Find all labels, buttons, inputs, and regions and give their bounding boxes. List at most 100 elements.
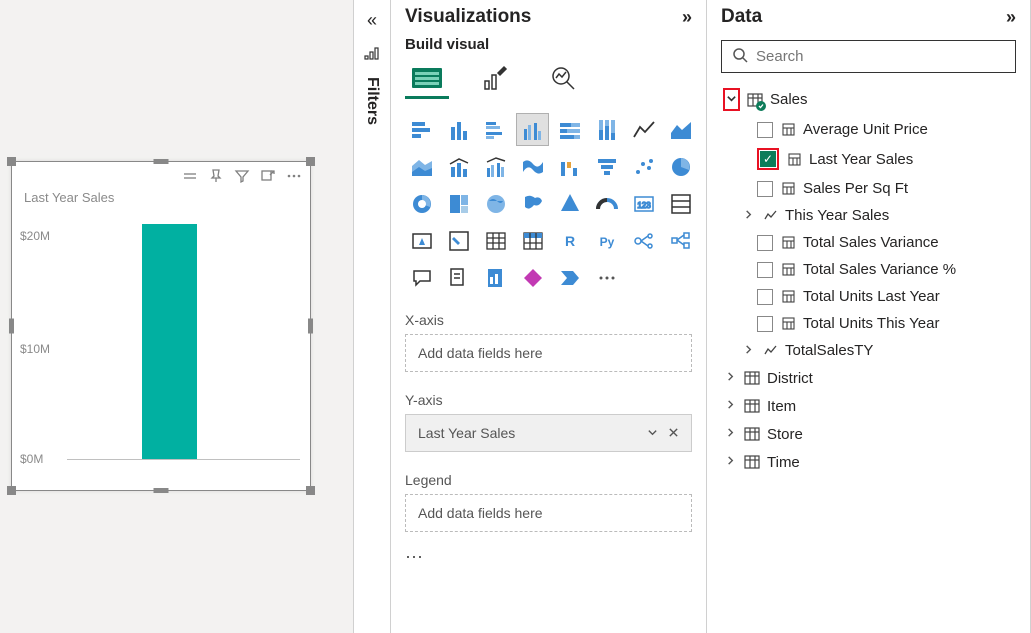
azure-map-icon[interactable] xyxy=(553,187,586,220)
more-options-icon[interactable] xyxy=(286,168,302,184)
report-canvas[interactable]: Last Year Sales $20M $10M $0M xyxy=(0,0,353,633)
ribbon-chart-icon[interactable] xyxy=(516,150,549,183)
py-visual-icon[interactable]: Py xyxy=(590,224,623,257)
y-axis-field-value: Last Year Sales xyxy=(418,425,515,441)
chevron-right-icon[interactable] xyxy=(741,209,755,223)
filter-icon[interactable] xyxy=(234,168,250,184)
line-stacked-column-icon[interactable] xyxy=(442,150,475,183)
y-axis-well-section: Y-axis Last Year Sales xyxy=(391,382,706,462)
field-total-sales-variance-pct[interactable]: Total Sales Variance % xyxy=(715,256,1022,283)
checkbox[interactable] xyxy=(757,262,773,278)
hundred-stacked-column-icon[interactable] xyxy=(590,113,623,146)
r-visual-icon[interactable]: R xyxy=(553,224,586,257)
field-total-sales-ty[interactable]: TotalSalesTY xyxy=(715,337,1022,364)
resize-handle[interactable] xyxy=(154,159,169,164)
pie-chart-icon[interactable] xyxy=(664,150,697,183)
funnel-chart-icon[interactable] xyxy=(590,150,623,183)
resize-handle[interactable] xyxy=(7,157,16,166)
field-total-units-this-year[interactable]: Total Units This Year xyxy=(715,310,1022,337)
table-sales[interactable]: Sales xyxy=(715,83,1022,116)
stacked-area-chart-icon[interactable] xyxy=(405,150,438,183)
field-total-sales-variance[interactable]: Total Sales Variance xyxy=(715,229,1022,256)
field-average-unit-price[interactable]: Average Unit Price xyxy=(715,116,1022,143)
key-influencers-icon[interactable] xyxy=(627,224,660,257)
stacked-column-chart-icon[interactable] xyxy=(442,113,475,146)
expand-filters-icon[interactable]: « xyxy=(367,10,377,31)
decomposition-tree-icon[interactable] xyxy=(664,224,697,257)
legend-label: Legend xyxy=(405,472,692,494)
paginated-report-icon[interactable] xyxy=(479,261,512,294)
checkbox[interactable] xyxy=(757,316,773,332)
power-apps-icon[interactable] xyxy=(516,261,549,294)
field-sales-per-sqft[interactable]: Sales Per Sq Ft xyxy=(715,175,1022,202)
format-visual-tab[interactable] xyxy=(473,59,517,99)
checkbox[interactable] xyxy=(757,181,773,197)
hundred-stacked-bar-icon[interactable] xyxy=(553,113,586,146)
pin-icon[interactable] xyxy=(208,168,224,184)
line-chart-icon[interactable] xyxy=(627,113,660,146)
x-axis-field-well[interactable]: Add data fields here xyxy=(405,334,692,372)
treemap-icon[interactable] xyxy=(442,187,475,220)
chevron-right-icon[interactable] xyxy=(723,455,737,469)
gauge-icon[interactable] xyxy=(590,187,623,220)
kpi-icon[interactable] xyxy=(405,224,438,257)
drag-grip-icon[interactable] xyxy=(182,168,198,184)
card-icon[interactable]: 123 xyxy=(627,187,660,220)
legend-field-well[interactable]: Add data fields here xyxy=(405,494,692,532)
qa-visual-icon[interactable] xyxy=(405,261,438,294)
scatter-chart-icon[interactable] xyxy=(627,150,660,183)
table-icon[interactable] xyxy=(479,224,512,257)
area-chart-icon[interactable] xyxy=(664,113,697,146)
line-clustered-column-icon[interactable] xyxy=(479,150,512,183)
table-store[interactable]: Store xyxy=(715,420,1022,448)
field-last-year-sales[interactable]: Last Year Sales xyxy=(715,143,1022,175)
more-visuals-icon[interactable] xyxy=(590,261,623,294)
field-total-units-last-year[interactable]: Total Units Last Year xyxy=(715,283,1022,310)
chevron-right-icon[interactable] xyxy=(723,399,737,413)
chevron-right-icon[interactable] xyxy=(741,344,755,358)
chevron-right-icon[interactable] xyxy=(723,427,737,441)
y-axis-field-well[interactable]: Last Year Sales xyxy=(405,414,692,452)
chart-bar[interactable] xyxy=(142,224,197,459)
analytics-tab[interactable] xyxy=(541,59,585,99)
resize-handle[interactable] xyxy=(306,486,315,495)
more-fields-icon[interactable]: ⋯ xyxy=(391,542,706,572)
search-input[interactable] xyxy=(756,48,1005,65)
field-dropdown-icon[interactable] xyxy=(647,425,658,441)
clustered-column-chart-icon[interactable] xyxy=(516,113,549,146)
field-this-year-sales[interactable]: This Year Sales xyxy=(715,202,1022,229)
waterfall-chart-icon[interactable] xyxy=(553,150,586,183)
resize-handle[interactable] xyxy=(7,486,16,495)
matrix-icon[interactable] xyxy=(516,224,549,257)
resize-handle[interactable] xyxy=(306,157,315,166)
power-automate-icon[interactable] xyxy=(553,261,586,294)
table-time[interactable]: Time xyxy=(715,448,1022,476)
multi-row-card-icon[interactable] xyxy=(664,187,697,220)
chevron-right-icon[interactable] xyxy=(723,371,737,385)
remove-field-icon[interactable] xyxy=(668,425,679,441)
map-icon[interactable] xyxy=(479,187,512,220)
focus-mode-icon[interactable] xyxy=(260,168,276,184)
checkbox[interactable] xyxy=(757,289,773,305)
search-box[interactable] xyxy=(721,40,1016,73)
checkbox[interactable] xyxy=(760,151,776,167)
chevron-down-icon[interactable] xyxy=(723,88,740,111)
resize-handle[interactable] xyxy=(154,488,169,493)
checkbox[interactable] xyxy=(757,235,773,251)
smart-narrative-icon[interactable] xyxy=(442,261,475,294)
measure-icon xyxy=(779,289,797,304)
clustered-bar-chart-icon[interactable] xyxy=(479,113,512,146)
slicer-icon[interactable] xyxy=(442,224,475,257)
table-district[interactable]: District xyxy=(715,364,1022,392)
build-visual-tab[interactable] xyxy=(405,59,449,99)
collapse-viz-icon[interactable]: » xyxy=(682,7,692,28)
stacked-bar-chart-icon[interactable] xyxy=(405,113,438,146)
filters-label[interactable]: Filters xyxy=(363,73,381,125)
legend-well-section: Legend Add data fields here xyxy=(391,462,706,542)
chart-visual-tile[interactable]: Last Year Sales $20M $10M $0M xyxy=(11,161,311,491)
collapse-data-icon[interactable]: » xyxy=(1006,7,1016,28)
donut-chart-icon[interactable] xyxy=(405,187,438,220)
checkbox[interactable] xyxy=(757,122,773,138)
table-item[interactable]: Item xyxy=(715,392,1022,420)
filled-map-icon[interactable] xyxy=(516,187,549,220)
